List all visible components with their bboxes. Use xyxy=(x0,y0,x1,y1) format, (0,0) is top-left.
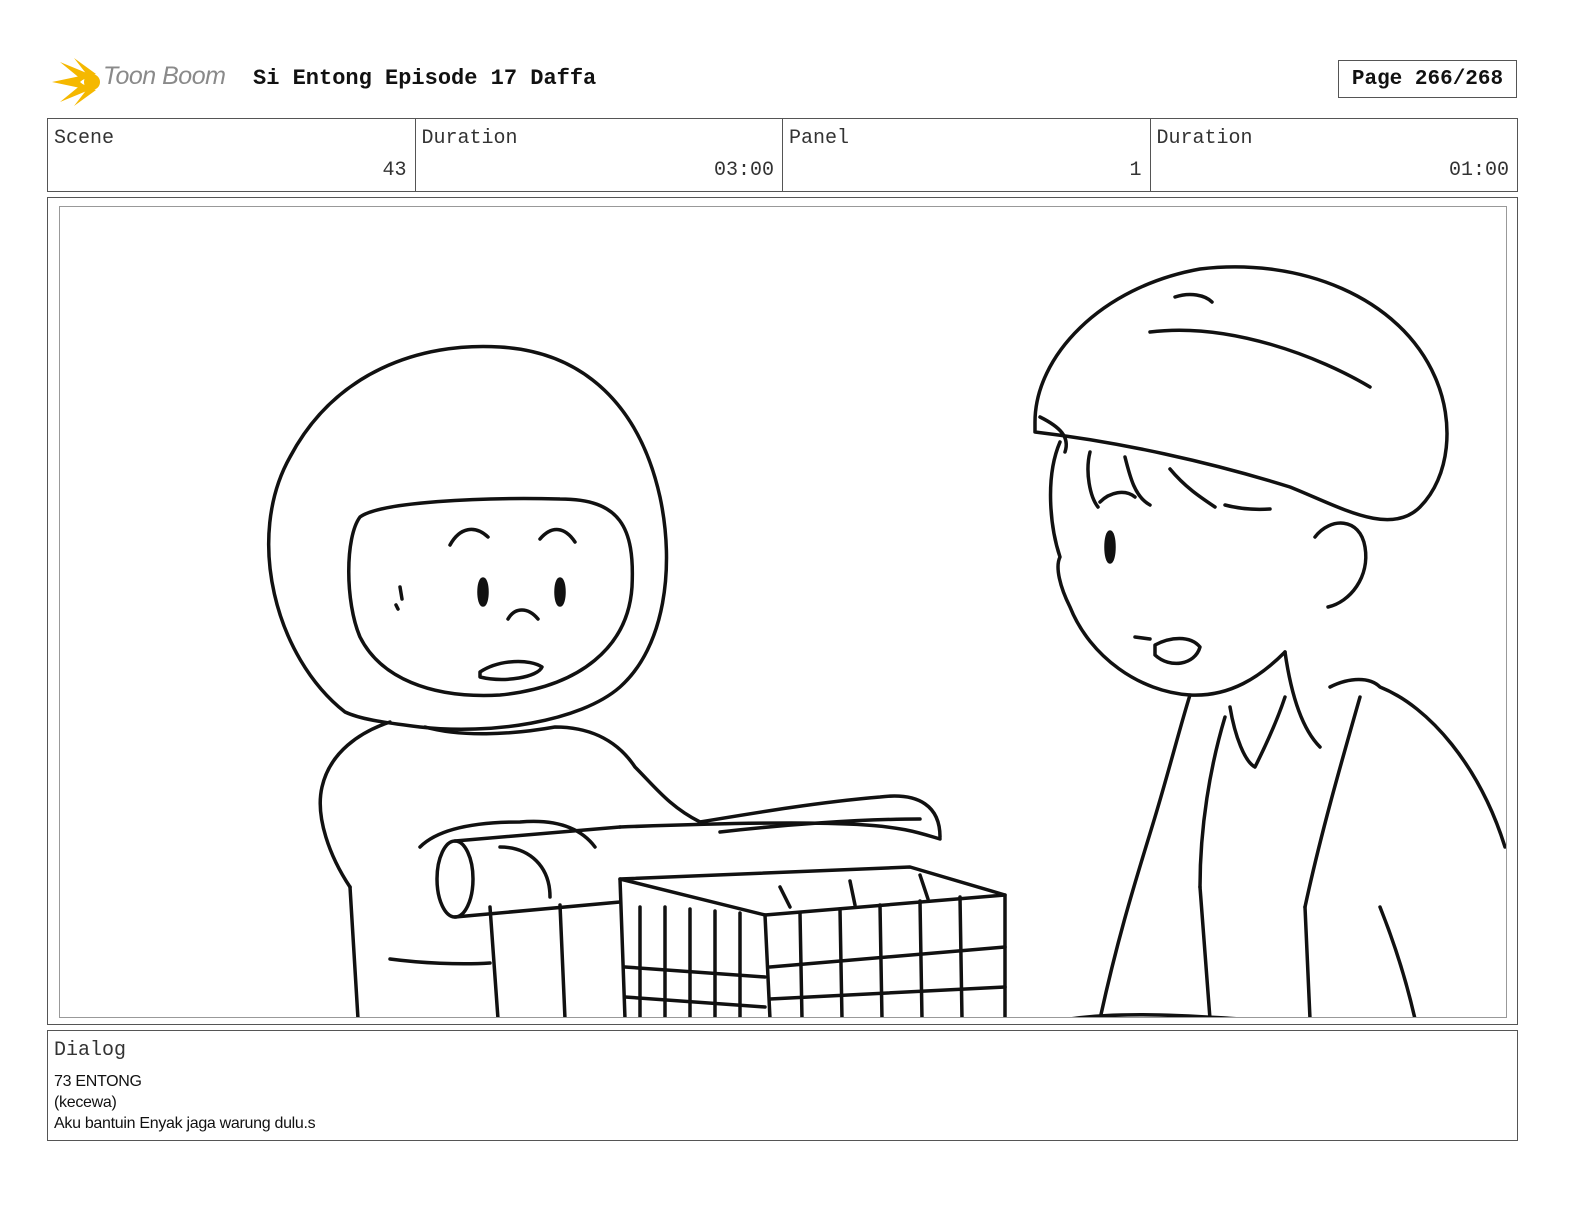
dialog-lines: 73 ENTONG (kecewa) Aku bantuin Enyak jag… xyxy=(54,1071,316,1134)
panel-value: 1 xyxy=(1129,159,1142,182)
dialog-line-direction: (kecewa) xyxy=(54,1094,117,1111)
dialog-label: Dialog xyxy=(54,1039,127,1062)
panel-info-row: Scene 43 Duration 03:00 Panel 1 Duration… xyxy=(47,118,1518,192)
scene-label: Scene xyxy=(54,127,115,150)
panel-duration-cell: Duration 01:00 xyxy=(1151,119,1518,191)
document-title: Si Entong Episode 17 Daffa xyxy=(253,66,597,91)
scene-duration-value: 03:00 xyxy=(713,159,774,182)
dialog-line-character: 73 ENTONG xyxy=(54,1073,142,1090)
dialog-box: Dialog 73 ENTONG (kecewa) Aku bantuin En… xyxy=(47,1030,1518,1141)
storyboard-sketch xyxy=(266,265,1506,1017)
panel-label: Panel xyxy=(789,127,850,150)
scene-value: 43 xyxy=(382,159,407,182)
storyboard-frame xyxy=(47,197,1518,1025)
panel-cell: Panel 1 xyxy=(783,119,1151,191)
logo-text: Toon Boom xyxy=(103,62,226,90)
storyboard-image-area xyxy=(59,206,1507,1018)
scene-duration-cell: Duration 03:00 xyxy=(416,119,783,191)
panel-duration-value: 01:00 xyxy=(1448,159,1509,182)
scene-cell: Scene 43 xyxy=(48,119,416,191)
panel-duration-label: Duration xyxy=(1156,127,1253,150)
page-indicator: Page 266/268 xyxy=(1338,60,1517,98)
scene-duration-label: Duration xyxy=(421,127,518,150)
dialog-line-speech: Aku bantuin Enyak jaga warung dulu.s xyxy=(54,1115,316,1132)
